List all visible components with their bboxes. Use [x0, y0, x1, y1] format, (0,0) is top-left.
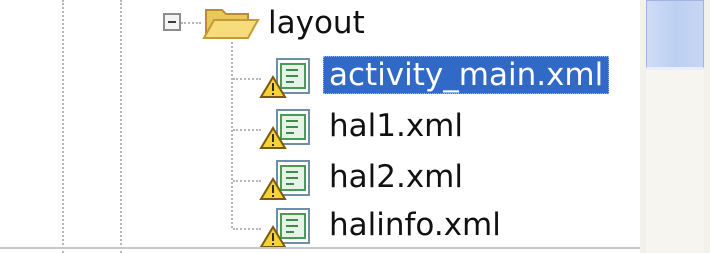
folder-label[interactable]: layout [268, 4, 365, 42]
tree-guide-line [231, 42, 233, 228]
project-explorer-tree: layout activity_main.xml hal1.xml hal2.x… [0, 0, 640, 253]
xml-file-warning-icon [259, 109, 310, 149]
open-folder-icon[interactable] [200, 0, 262, 44]
tree-item-activity-main[interactable]: activity_main.xml [255, 53, 635, 99]
file-label: hal1.xml [329, 108, 463, 144]
tree-connector [181, 22, 201, 24]
scrollbar-thumb[interactable] [646, 0, 704, 70]
tree-guide-line [62, 0, 64, 253]
file-label: activity_main.xml [323, 56, 610, 94]
xml-file-warning-icon [259, 58, 310, 98]
tree-item-halinfo[interactable]: halinfo.xml [255, 203, 635, 249]
tree-item-hal1[interactable]: hal1.xml [255, 104, 635, 150]
xml-file-warning-icon [259, 160, 310, 200]
collapse-toggle[interactable] [163, 13, 181, 31]
file-label: hal2.xml [329, 159, 463, 195]
file-label: halinfo.xml [329, 207, 501, 243]
tree-item-hal2[interactable]: hal2.xml [255, 155, 635, 201]
tree-guide-line [120, 0, 122, 253]
vertical-scrollbar[interactable] [640, 0, 710, 253]
xml-file-warning-icon [259, 208, 310, 248]
panel-bottom-border [0, 247, 640, 249]
